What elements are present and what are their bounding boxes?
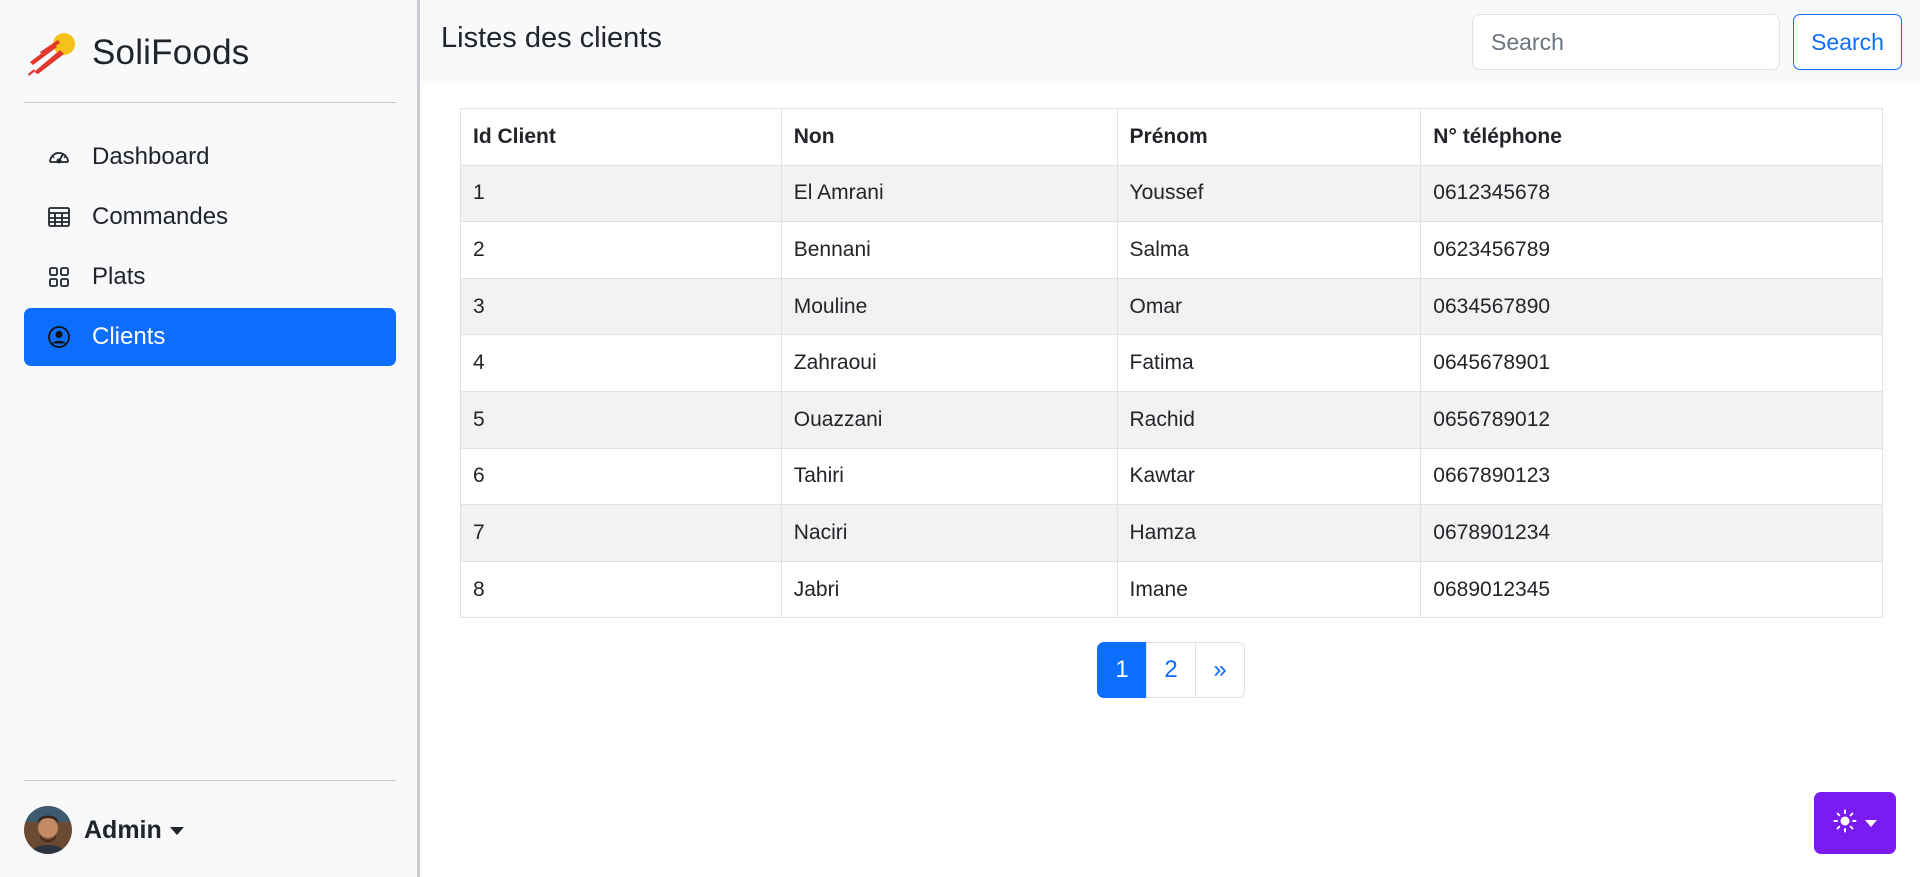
search-button[interactable]: Search [1793,14,1902,70]
cell-prenom: Omar [1116,277,1422,336]
speedometer-icon [46,144,72,170]
cell-nom: El Amrani [780,164,1118,223]
table-icon [46,204,72,230]
cell-nom: Mouline [780,277,1118,336]
sidebar-item-plats[interactable]: Plats [24,248,396,306]
cell-prenom: Hamza [1116,504,1422,562]
cell-telephone: 0612345678 [1420,164,1883,223]
cell-id: 3 [460,277,782,336]
page-next-link[interactable]: » [1195,642,1245,698]
sidebar-item-label: Clients [92,323,166,350]
sidebar-divider-top [24,102,396,103]
user-menu[interactable]: Admin [24,806,184,854]
cell-prenom: Youssef [1116,164,1422,223]
sidebar-nav: Dashboard Commandes Plats Clients [24,128,396,368]
sidebar-item-label: Commandes [92,203,229,230]
cell-prenom: Rachid [1116,390,1422,449]
caret-down-icon [169,827,184,835]
cell-nom: Jabri [780,560,1118,619]
pagination: 1 2 » [1097,642,1245,698]
brand-name: SoliFoods [92,33,250,72]
cell-id: 8 [460,560,782,619]
caret-down-icon [1865,819,1877,827]
sun-icon [1833,809,1857,838]
sidebar-item-dashboard[interactable]: Dashboard [24,128,396,186]
sidebar-item-label: Plats [92,263,146,290]
cell-id: 5 [460,390,782,449]
user-name: Admin [84,815,162,844]
cell-id: 6 [460,447,782,506]
cell-telephone: 0667890123 [1420,447,1883,506]
cell-id: 4 [460,334,782,392]
theme-toggle-button[interactable] [1814,792,1896,854]
cell-id: 2 [460,221,782,279]
sidebar-item-clients[interactable]: Clients [24,308,396,366]
cell-nom: Zahraoui [780,334,1118,392]
cell-prenom: Kawtar [1116,447,1422,506]
cell-prenom: Imane [1116,560,1422,619]
column-header-telephone: N° téléphone [1420,108,1883,166]
cell-telephone: 0645678901 [1420,334,1883,392]
table-header-row: Id Client Non Prénom N° téléphone [460,108,1883,166]
cell-nom: Ouazzani [780,390,1118,449]
top-navbar: Listes des clients Search [423,0,1920,84]
page-title: Listes des clients [441,22,662,54]
avatar [24,806,72,854]
solifoods-logo-icon [24,28,80,78]
cell-nom: Tahiri [780,447,1118,506]
cell-telephone: 0623456789 [1420,221,1883,279]
table-row: 3 Mouline Omar 0634567890 [460,277,1883,336]
person-circle-icon [46,324,72,350]
cell-prenom: Salma [1116,221,1422,279]
brand[interactable]: SoliFoods [24,28,249,78]
table-row: 6 Tahiri Kawtar 0667890123 [460,447,1883,506]
clients-table-container: Id Client Non Prénom N° téléphone 1 El A… [460,108,1883,619]
cell-telephone: 0656789012 [1420,390,1883,449]
column-header-nom: Non [780,108,1118,166]
sidebar-item-commandes[interactable]: Commandes [24,188,396,246]
table-row: 4 Zahraoui Fatima 0645678901 [460,334,1883,392]
table-row: 8 Jabri Imane 0689012345 [460,560,1883,619]
cell-telephone: 0634567890 [1420,277,1883,336]
sidebar-divider-bottom [24,780,396,781]
column-header-prenom: Prénom [1116,108,1422,166]
cell-prenom: Fatima [1116,334,1422,392]
page-link-1[interactable]: 1 [1097,642,1147,698]
sidebar-item-label: Dashboard [92,143,210,170]
cell-telephone: 0678901234 [1420,504,1883,562]
column-header-id: Id Client [460,108,782,166]
table-row: 5 Ouazzani Rachid 0656789012 [460,390,1883,449]
cell-telephone: 0689012345 [1420,560,1883,619]
page-link-2[interactable]: 2 [1146,642,1196,698]
cell-nom: Naciri [780,504,1118,562]
sidebar: SoliFoods Dashboard Commandes Plats Clie… [0,0,420,877]
cell-id: 7 [460,504,782,562]
table-row: 7 Naciri Hamza 0678901234 [460,504,1883,562]
cell-id: 1 [460,164,782,223]
clients-table: Id Client Non Prénom N° téléphone 1 El A… [460,108,1883,619]
table-row: 1 El Amrani Youssef 0612345678 [460,164,1883,223]
search-input[interactable] [1472,14,1780,70]
table-row: 2 Bennani Salma 0623456789 [460,221,1883,279]
grid-icon [46,264,72,290]
cell-nom: Bennani [780,221,1118,279]
